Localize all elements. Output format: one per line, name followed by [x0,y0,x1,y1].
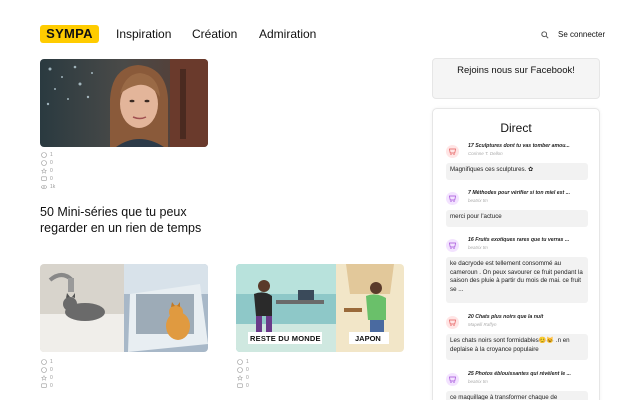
reaction-star[interactable]: 0 [237,374,249,382]
article-reactions-2: 1 0 0 0 [41,358,53,390]
article-thumbnail-japan[interactable]: RESTE DU MONDE JAPON [236,264,404,352]
sad-icon [41,367,47,373]
comment-icon [41,383,47,388]
cart-icon [446,316,459,329]
facebook-join-text: Rejoins nous sur Facebook! [457,65,575,76]
article-reactions: 1 0 0 0 1k [41,151,55,191]
feed-article-title[interactable]: 25 Photos éblouissantes qui révèlent le … [468,371,588,377]
direct-title: Direct [500,121,532,135]
reaction-sad[interactable]: 0 [41,159,55,167]
reaction-sad[interactable]: 0 [41,366,53,374]
feed-comment: ce maquillage à transformer chaque de [446,391,588,400]
reaction-smile[interactable]: 1 [237,358,249,366]
comment-icon [41,176,47,181]
reaction-star[interactable]: 0 [41,167,55,175]
feed-comment: ke dacryode est tellement consommé au ca… [446,257,588,303]
star-icon [237,375,243,381]
smile-icon [237,359,243,365]
cart-icon [446,239,459,252]
reaction-comment[interactable]: 0 [237,382,249,390]
feed-comment: Les chats noirs sont formidables😊😺 .n en… [446,334,588,360]
sad-icon [41,160,47,166]
facebook-join-box[interactable]: Rejoins nous sur Facebook! [432,58,600,99]
search-icon[interactable] [541,31,549,39]
smile-icon [41,359,47,365]
feed-author: beatrix tm [468,379,488,384]
smile-icon [41,152,47,158]
cart-icon [446,145,459,158]
star-icon [41,168,47,174]
article-thumbnail-cats[interactable] [40,264,208,352]
article-reactions-3: 1 0 0 0 [237,358,249,390]
reaction-comment[interactable]: 0 [41,382,53,390]
feed-comment: Magnifiques ces sculptures. ✿ [446,163,588,180]
comment-icon [237,383,243,388]
cart-icon [446,192,459,205]
article-title[interactable]: 50 Mini-séries que tu peux regarder en u… [40,204,215,236]
sad-icon [237,367,243,373]
feed-author: beatrix tm [468,198,488,203]
cart-icon [446,373,459,386]
feed-author: Mapelli Raffyn [468,322,497,327]
site-header: SYMPA Inspiration Création Admiration Se… [0,0,640,56]
article-thumbnail-miniseries[interactable] [40,59,208,147]
star-icon [41,375,47,381]
reaction-smile[interactable]: 1 [41,151,55,159]
feed-author: Corinne T. Dellon [468,151,503,156]
reaction-comment[interactable]: 0 [41,175,55,183]
reaction-smile[interactable]: 1 [41,358,53,366]
reaction-sad[interactable]: 0 [237,366,249,374]
nav-creation[interactable]: Création [192,27,237,41]
nav-inspiration[interactable]: Inspiration [116,27,171,41]
feed-article-title[interactable]: 7 Méthodes pour vérifier si ton miel est… [468,190,588,196]
direct-feed-panel: Direct 17 Sculptures dont tu vas tomber … [432,108,600,400]
nav-admiration[interactable]: Admiration [259,27,316,41]
thumb-label-rest-of-world: RESTE DU MONDE [250,334,321,343]
reaction-star[interactable]: 0 [41,374,53,382]
feed-comment: merci pour l'actuce [446,210,588,227]
login-link[interactable]: Se connecter [558,30,605,39]
eye-icon [41,185,47,189]
feed-article-title[interactable]: 16 Fruits exotiques rares que tu verras … [468,237,588,243]
reaction-views: 1k [41,183,55,191]
feed-article-title[interactable]: 20 Chats plus noirs que la nuit [468,314,588,320]
site-logo[interactable]: SYMPA [40,25,99,43]
feed-author: beatrix tm [468,245,488,250]
feed-article-title[interactable]: 17 Sculptures dont tu vas tomber amou... [468,143,588,149]
thumb-label-japan: JAPON [355,334,381,343]
